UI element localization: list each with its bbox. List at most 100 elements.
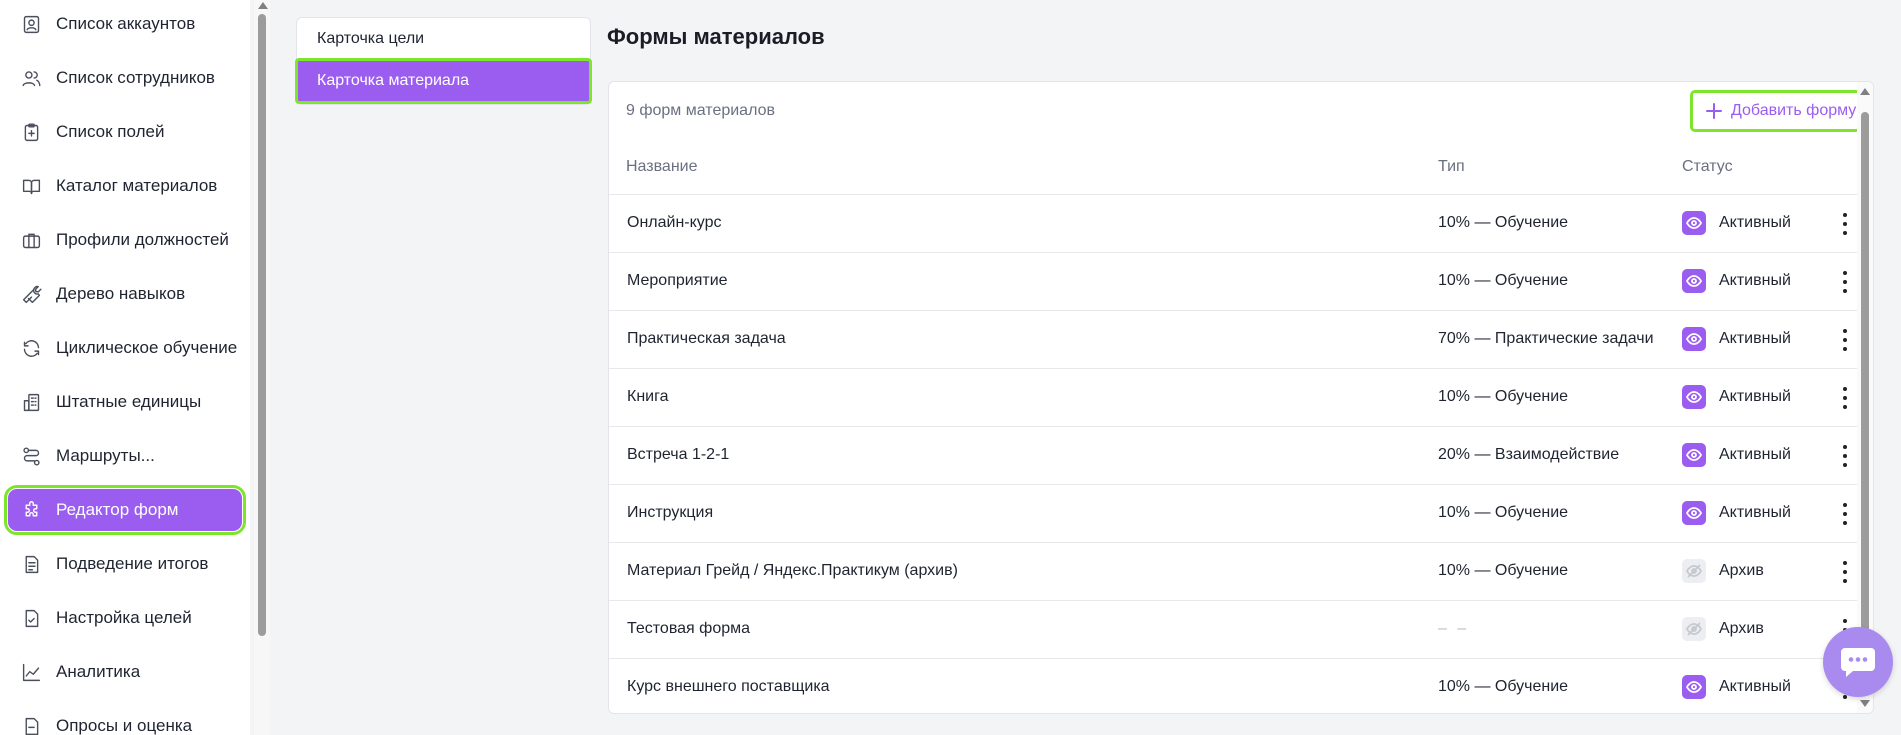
table-row[interactable]: Тестовая форма – – Архив bbox=[609, 600, 1873, 659]
sidebar-item-fields[interactable]: Список полей bbox=[8, 111, 242, 153]
row-name: Онлайн-курс bbox=[627, 214, 722, 231]
sidebar-item-label: Циклическое обучение bbox=[56, 338, 238, 357]
sidebar-item-label: Опросы и оценка bbox=[56, 716, 193, 735]
form-type-nav: Карточка цели Карточка материала bbox=[295, 17, 592, 105]
sidebar-item-label: Маршруты... bbox=[56, 446, 155, 465]
row-name: Инструкция bbox=[627, 504, 714, 521]
eye-icon bbox=[1682, 327, 1706, 351]
more-options-icon[interactable] bbox=[1839, 445, 1851, 467]
route-icon bbox=[20, 445, 42, 467]
row-type: 10% — Обучение bbox=[1438, 388, 1569, 405]
row-name: Тестовая форма bbox=[627, 620, 751, 637]
table-row[interactable]: Инструкция 10% — Обучение Активный bbox=[609, 484, 1873, 543]
eye-off-icon bbox=[1682, 617, 1706, 641]
table-row[interactable]: Онлайн-курс 10% — Обучение Активный bbox=[609, 194, 1873, 253]
briefcase-icon bbox=[20, 229, 42, 251]
sidebar-scrollbar[interactable] bbox=[254, 0, 270, 735]
table-row[interactable]: Встреча 1-2-1 20% — Взаимодействие Актив… bbox=[609, 426, 1873, 485]
sidebar-item-label: Список сотрудников bbox=[56, 68, 215, 87]
more-options-icon[interactable] bbox=[1839, 561, 1851, 583]
document-list-icon bbox=[20, 553, 42, 575]
more-options-icon[interactable] bbox=[1839, 387, 1851, 409]
sidebar-item-staff-units[interactable]: Штатные единицы bbox=[8, 381, 242, 423]
subnav-item-label: Карточка материала bbox=[317, 72, 470, 89]
status-label: Активный bbox=[1719, 388, 1791, 405]
eye-icon bbox=[1682, 675, 1706, 699]
scrollbar-thumb[interactable] bbox=[1861, 112, 1869, 682]
status-badge: Активный bbox=[1682, 385, 1791, 409]
column-header-status: Статус bbox=[1682, 158, 1733, 175]
status-label: Архив bbox=[1719, 620, 1764, 637]
sidebar-item-label: Профили должностей bbox=[56, 230, 229, 249]
sidebar-item-goals-settings[interactable]: Настройка целей bbox=[8, 597, 242, 639]
document-icon bbox=[20, 715, 42, 735]
row-type: – – bbox=[1438, 620, 1470, 637]
scroll-up-icon[interactable] bbox=[1860, 88, 1870, 95]
column-header-name: Название bbox=[626, 158, 698, 175]
forms-table-card: 9 форм материалов Добавить форму Названи… bbox=[608, 81, 1874, 714]
column-header-type: Тип bbox=[1438, 158, 1465, 175]
sidebar-item-label: Список полей bbox=[56, 122, 165, 141]
status-label: Активный bbox=[1719, 504, 1791, 521]
eye-icon bbox=[1682, 211, 1706, 235]
scroll-up-icon[interactable] bbox=[258, 2, 268, 9]
sidebar-item-skills-tree[interactable]: Дерево навыков bbox=[8, 273, 242, 315]
status-label: Активный bbox=[1719, 678, 1791, 695]
building-icon bbox=[20, 391, 42, 413]
sidebar-item-label: Каталог материалов bbox=[56, 176, 218, 195]
subnav-item-goal-card[interactable]: Карточка цели bbox=[297, 18, 590, 60]
sidebar-item-label: Подведение итогов bbox=[56, 554, 209, 573]
more-options-icon[interactable] bbox=[1839, 329, 1851, 351]
add-form-button[interactable]: Добавить форму bbox=[1690, 90, 1861, 132]
status-badge: Активный bbox=[1682, 501, 1791, 525]
row-type: 10% — Обучение bbox=[1438, 678, 1569, 695]
scrollbar-thumb[interactable] bbox=[258, 14, 266, 636]
table-row[interactable]: Книга 10% — Обучение Активный bbox=[609, 368, 1873, 427]
sidebar-item-label: Дерево навыков bbox=[56, 284, 186, 303]
sidebar-item-employees[interactable]: Список сотрудников bbox=[8, 57, 242, 99]
sidebar-item-label: Штатные единицы bbox=[56, 392, 202, 411]
sidebar-item-form-editor[interactable]: Редактор форм bbox=[4, 485, 246, 535]
users-icon bbox=[20, 67, 42, 89]
sidebar-item-routes[interactable]: Маршруты... bbox=[8, 435, 242, 477]
subnav-item-label: Карточка цели bbox=[317, 30, 425, 47]
table-row[interactable]: Материал Грейд / Яндекс.Практикум (архив… bbox=[609, 542, 1873, 601]
table-scrollbar[interactable] bbox=[1857, 82, 1873, 713]
table-row[interactable]: Курс внешнего поставщика 10% — Обучение … bbox=[609, 658, 1873, 713]
user-card-icon bbox=[20, 13, 42, 35]
sidebar: Список аккаунтов Список сотрудников Спис… bbox=[0, 0, 250, 735]
row-type: 10% — Обучение bbox=[1438, 272, 1569, 289]
row-type: 20% — Взаимодействие bbox=[1438, 446, 1620, 463]
status-badge: Активный bbox=[1682, 675, 1791, 699]
sidebar-item-cyclic-learning[interactable]: Циклическое обучение bbox=[8, 327, 242, 369]
scroll-down-icon[interactable] bbox=[1860, 700, 1870, 707]
sidebar-item-analytics[interactable]: Аналитика bbox=[8, 651, 242, 693]
row-name: Встреча 1-2-1 bbox=[627, 446, 730, 463]
more-options-icon[interactable] bbox=[1839, 271, 1851, 293]
row-name: Книга bbox=[627, 388, 669, 405]
table-row[interactable]: Мероприятие 10% — Обучение Активный bbox=[609, 252, 1873, 311]
table-row[interactable]: Практическая задача 70% — Практические з… bbox=[609, 310, 1873, 369]
status-badge: Активный bbox=[1682, 443, 1791, 467]
sidebar-item-surveys[interactable]: Опросы и оценка bbox=[8, 705, 242, 735]
sidebar-item-label: Аналитика bbox=[56, 662, 141, 681]
sidebar-item-label: Настройка целей bbox=[56, 608, 192, 627]
sidebar-item-catalog[interactable]: Каталог материалов bbox=[8, 165, 242, 207]
row-name: Практическая задача bbox=[627, 330, 786, 347]
sidebar-item-label: Редактор форм bbox=[56, 500, 179, 519]
plus-icon bbox=[1705, 102, 1723, 120]
status-badge: Архив bbox=[1682, 559, 1764, 583]
chart-line-icon bbox=[20, 661, 42, 683]
sidebar-item-job-profiles[interactable]: Профили должностей bbox=[8, 219, 242, 261]
sidebar-item-summary[interactable]: Подведение итогов bbox=[8, 543, 242, 585]
row-type: 70% — Практические задачи bbox=[1438, 330, 1654, 347]
status-badge: Активный bbox=[1682, 269, 1791, 293]
sidebar-item-accounts[interactable]: Список аккаунтов bbox=[8, 3, 242, 45]
subnav-item-material-card[interactable]: Карточка материала bbox=[295, 58, 592, 104]
status-label: Активный bbox=[1719, 214, 1791, 231]
row-name: Материал Грейд / Яндекс.Практикум (архив… bbox=[627, 562, 958, 579]
puzzle-icon bbox=[20, 499, 42, 521]
chat-button[interactable] bbox=[1823, 627, 1893, 697]
more-options-icon[interactable] bbox=[1839, 213, 1851, 235]
more-options-icon[interactable] bbox=[1839, 503, 1851, 525]
